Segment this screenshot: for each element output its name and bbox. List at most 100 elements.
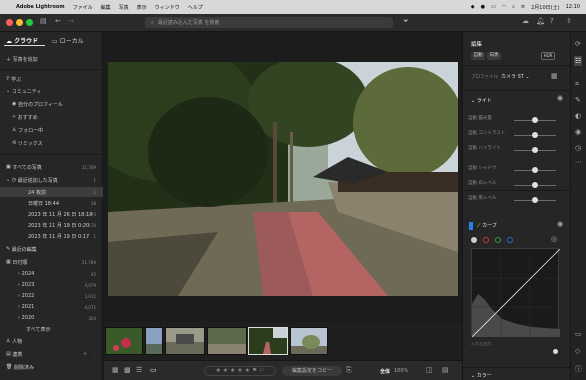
history-icon[interactable]: ◷	[575, 144, 581, 152]
crop-icon[interactable]: ⌗	[575, 80, 579, 89]
profile-browser-icon[interactable]: ▦	[551, 72, 558, 80]
blacks-slider[interactable]: 自動 黒レベル	[468, 195, 560, 205]
comment-icon[interactable]: ▭	[575, 330, 582, 338]
share-icon[interactable]: ⇪	[566, 17, 572, 25]
sidebar-item-recent-4[interactable]: 2023 年 11 月 19 日 0:17 1	[0, 231, 103, 241]
curve-channel-red[interactable]	[483, 237, 489, 243]
sidebar-item-following[interactable]: ♙ フォロー中	[0, 125, 103, 135]
filmstrip-thumbnail[interactable]	[145, 327, 163, 355]
zoom-window-button[interactable]	[26, 19, 33, 26]
tab-cloud[interactable]: ☁ クラウド	[6, 36, 38, 45]
curve-channel-rgb[interactable]	[471, 237, 477, 243]
back-arrow-icon[interactable]: ←	[55, 17, 61, 25]
curve-section-header[interactable]: ⟋ カーブ	[477, 222, 497, 229]
highlights-slider[interactable]: 自動 ハイライト	[468, 145, 560, 155]
sidebar-item-recent-3[interactable]: 2023 年 11 月 19 日 0:20 174	[0, 220, 103, 230]
slider-knob[interactable]	[532, 167, 538, 173]
grid-view-icon[interactable]: ▦	[112, 366, 119, 374]
community-section[interactable]: ⌄ コミュニティ	[0, 86, 103, 96]
zoom-level[interactable]: 100%	[394, 368, 408, 374]
sidebar-item-remix[interactable]: ⟲ リミックス	[0, 138, 103, 148]
exposure-slider[interactable]: 自動 露光量	[468, 115, 560, 125]
more-icon[interactable]: ⋮	[92, 352, 96, 357]
edit-sliders-icon[interactable]: ☷	[574, 56, 583, 66]
paste-icon[interactable]: ⎘	[346, 366, 352, 375]
add-album-icon[interactable]: ＋	[83, 351, 87, 357]
light-visibility-icon[interactable]: ◉	[557, 94, 563, 102]
hdr-button[interactable]: HDR	[541, 52, 555, 60]
filmstrip-thumbnail-selected[interactable]	[248, 327, 288, 355]
slideshow-icon[interactable]: ▤	[442, 366, 449, 374]
target-adjust-icon[interactable]: ◎	[551, 235, 557, 243]
menu-view[interactable]: 表示	[137, 4, 147, 11]
close-window-button[interactable]	[6, 19, 13, 26]
slider-knob[interactable]	[532, 197, 538, 203]
learn-item[interactable]: 💡︎ 学ぶ	[0, 74, 103, 84]
sidebar-item-year-2022[interactable]: › 2022 3,911	[0, 291, 103, 301]
curve-channel-green[interactable]	[495, 237, 501, 243]
sidebar-item-year-2024[interactable]: › 2024 45	[0, 269, 103, 279]
app-menu[interactable]: Adobe Lightroom	[16, 4, 65, 10]
control-center-icon[interactable]: ≡	[521, 4, 525, 10]
recent-added-item[interactable]: ⌄ ◷ 最近追加した写真 1	[0, 175, 103, 185]
profile-dropdown[interactable]: カメラ ST ⌄	[501, 73, 530, 80]
slider-knob[interactable]	[532, 132, 538, 138]
shadows-slider[interactable]: 自動 シャドウ	[468, 165, 560, 175]
sidebar-item-recent-0[interactable]: 24 枚前 1	[0, 187, 103, 197]
notification-icon[interactable]: 🔔︎	[536, 17, 545, 25]
menu-window[interactable]: ウィンドウ	[155, 4, 180, 11]
curve-channel-blue[interactable]	[507, 237, 513, 243]
crop-rotate-icon[interactable]: ⟳	[575, 40, 581, 48]
red-eye-icon[interactable]: ◉	[575, 128, 581, 136]
star-rating[interactable]: ★ ★ ★ ★ ★ ⚑ ⚐	[204, 366, 276, 376]
recent-edits-item[interactable]: ✎ 最近の編集	[0, 244, 103, 254]
auto-button[interactable]: 自動	[471, 52, 485, 60]
curve-slider-knob[interactable]	[553, 349, 558, 354]
wifi-icon[interactable]: ◠	[502, 4, 506, 10]
bw-button[interactable]: 白黒	[487, 52, 501, 60]
menubar-date[interactable]: 2月10日(土)	[531, 4, 559, 11]
search-menu-icon[interactable]: ⌕	[512, 4, 515, 10]
whites-slider[interactable]: 自動 白レベル	[468, 180, 560, 190]
sidebar-item-featured[interactable]: ✧ おすすめ	[0, 112, 103, 122]
light-section-header[interactable]: ⌄ ライト	[471, 97, 492, 104]
menu-photo[interactable]: 写真	[119, 4, 129, 11]
sidebar-item-recent-2[interactable]: 2023 年 11 月 26 日 18:14 274	[0, 209, 103, 219]
slider-knob[interactable]	[532, 117, 538, 123]
fit-button[interactable]: 全体	[380, 368, 390, 375]
tag-icon[interactable]: ◇	[575, 347, 580, 355]
square-grid-icon[interactable]: ▩	[124, 366, 131, 374]
copy-settings-button[interactable]: 編集設定をコピー	[282, 366, 342, 376]
info-icon[interactable]: ⓘ	[575, 364, 582, 374]
sidebar-item-year-2023[interactable]: › 2023 4,079	[0, 280, 103, 290]
sidebar-item-profile[interactable]: ◉ 自分のプロフィール	[0, 99, 103, 109]
masking-icon[interactable]: ◐	[575, 112, 581, 120]
help-icon[interactable]: ?	[550, 17, 554, 25]
filmstrip-thumbnail[interactable]	[290, 327, 328, 355]
all-photos-item[interactable]: ▣ すべての写真 21,789	[0, 162, 103, 172]
color-section-header[interactable]: ⌄ カラー	[471, 372, 492, 379]
compare-icon[interactable]: ◫	[426, 366, 433, 374]
minimize-window-button[interactable]	[16, 19, 23, 26]
slider-knob[interactable]	[532, 182, 538, 188]
sidebar-item-year-2020[interactable]: › 2020 304	[0, 313, 103, 323]
search-input[interactable]: ⌕ 最近読み込んだ写真 を検索	[145, 17, 393, 28]
main-photo[interactable]	[108, 62, 458, 296]
battery-icon[interactable]: ▭	[491, 4, 496, 10]
filmstrip-thumbnail[interactable]	[105, 327, 143, 355]
sidebar-item-recent-1[interactable]: 日曜日 18:44 38	[0, 198, 103, 208]
detail-view-icon[interactable]: ▭	[150, 366, 157, 374]
menu-help[interactable]: ヘルプ	[188, 4, 203, 11]
menu-file[interactable]: ファイル	[73, 4, 93, 11]
people-item[interactable]: ♙ 人物	[0, 336, 103, 346]
albums-item[interactable]: ▤ 連携＋ ⋮	[0, 349, 103, 359]
show-all-link[interactable]: すべて表示	[0, 324, 103, 334]
sidebar-toggle-icon[interactable]: ▤	[40, 17, 47, 25]
cloud-sync-icon[interactable]: ☁	[522, 17, 529, 25]
filter-icon[interactable]: ⏷	[403, 17, 409, 26]
menu-edit[interactable]: 編集	[101, 4, 111, 11]
healing-icon[interactable]: ✎	[575, 96, 581, 104]
sidebar-item-year-2021[interactable]: › 2021 4,071	[0, 302, 103, 312]
menubar-time[interactable]: 12:10	[566, 4, 580, 10]
tab-local[interactable]: ▭ ローカル	[52, 36, 84, 45]
